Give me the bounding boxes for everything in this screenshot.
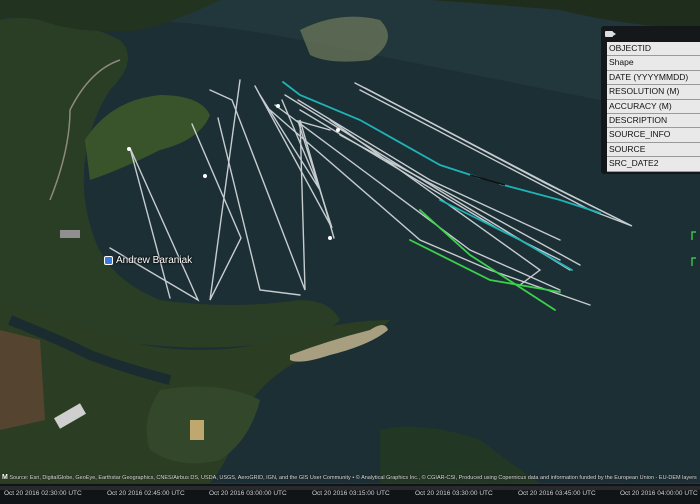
- user-pin-icon: [104, 256, 113, 265]
- place-label: Andrew Baraniak: [116, 255, 193, 266]
- timeline-tick: Oct 20 2016 03:15:00 UTC: [312, 490, 390, 497]
- attribute-field[interactable]: ACCURACY (M): [607, 99, 700, 114]
- attribute-field[interactable]: SRC_DATE2: [607, 157, 700, 172]
- timeline-tick: Oct 20 2016 02:30:00 UTC: [4, 490, 82, 497]
- attribute-field[interactable]: RESOLUTION (M): [607, 85, 700, 100]
- timeline[interactable]: Oct 20 2016 02:30:00 UTC Oct 20 2016 02:…: [0, 483, 700, 504]
- timeline-tick: Oct 20 2016 02:45:00 UTC: [107, 490, 185, 497]
- attribute-field[interactable]: Shape: [607, 56, 700, 71]
- attribute-panel-header[interactable]: [601, 26, 700, 42]
- attribute-field[interactable]: SOURCE: [607, 142, 700, 158]
- timeline-tick: Oct 20 2016 04:00:00 UTC: [620, 490, 698, 497]
- camera-icon[interactable]: [605, 31, 616, 37]
- attribute-field[interactable]: SOURCE_INFO: [607, 128, 700, 143]
- place-marker[interactable]: Andrew Baraniak: [104, 255, 192, 266]
- satellite-imagery: [0, 0, 700, 504]
- attribute-field[interactable]: OBJECTID: [607, 42, 700, 57]
- timeline-tick: Oct 20 2016 03:30:00 UTC: [415, 490, 493, 497]
- attribution-credits: M Source: Esri, DigitalGlobe, GeoEye, Ea…: [0, 473, 700, 483]
- attribute-panel: OBJECTID Shape DATE (YYYYMMDD) RESOLUTIO…: [601, 26, 700, 174]
- cesium-logo: M: [2, 474, 8, 481]
- map-view[interactable]: Andrew Baraniak OBJECTID Shape DATE (YYY…: [0, 0, 700, 504]
- attribute-field[interactable]: DATE (YYYYMMDD): [607, 70, 700, 86]
- timeline-tick: Oct 20 2016 03:45:00 UTC: [518, 490, 596, 497]
- attribution-text: Source: Esri, DigitalGlobe, GeoEye, Eart…: [9, 475, 697, 481]
- attribute-field[interactable]: DESCRIPTION: [607, 113, 700, 129]
- timeline-tick: Oct 20 2016 03:00:00 UTC: [209, 490, 287, 497]
